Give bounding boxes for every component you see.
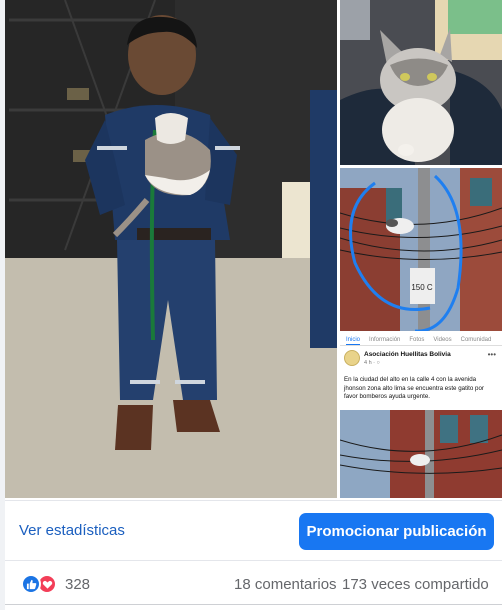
like-icon-graphic (26, 579, 36, 589)
love-icon-graphic (42, 580, 52, 589)
embedded-post-header: Asociación Huellitas Bolivia 4 h · ○ ••• (344, 350, 498, 370)
photo-wires-graphic: 150 C (340, 168, 502, 331)
embedded-page-name: Asociación Huellitas Bolivia (364, 351, 451, 358)
globe-icon: ○ (376, 360, 380, 366)
embedded-image-graphic (340, 410, 502, 498)
embedded-tab: Inicio (346, 334, 361, 345)
photo-cat-closeup[interactable] (340, 0, 502, 165)
embedded-post-text: En la ciudad del alto en la calle 4 con … (344, 376, 484, 400)
pole-sign-text: 150 C (411, 283, 433, 292)
post-card: 150 C Inicio Información Fotos Videos Co… (5, 0, 502, 610)
shares-count-link[interactable]: 173 veces compartido (342, 576, 489, 593)
embedded-avatar (344, 350, 360, 366)
comments-count-link[interactable]: 18 comentarios (234, 576, 337, 593)
embedded-post-image (340, 410, 502, 498)
photo-embedded-post[interactable]: Inicio Información Fotos Videos Comunida… (340, 334, 502, 498)
like-icon (21, 574, 41, 594)
divider (5, 604, 502, 605)
embedded-tabs: Inicio Información Fotos Videos Comunida… (340, 334, 502, 346)
photo-collage[interactable]: 150 C Inicio Información Fotos Videos Co… (5, 0, 502, 500)
post-actions-bar: Ver estadísticas Promocionar publicación (5, 500, 502, 560)
reaction-count[interactable]: 328 (65, 576, 90, 593)
reactions-row: 328 18 comentarios 173 veces compartido (5, 560, 502, 604)
embedded-tab: Videos (433, 337, 452, 343)
more-options-icon: ••• (487, 350, 496, 359)
reaction-icons[interactable] (21, 574, 61, 594)
photo-cat-graphic (340, 0, 502, 165)
embedded-tab: Fotos (409, 337, 425, 343)
embedded-time-text: 4 h · (364, 360, 377, 366)
embedded-post-time: 4 h · ○ (364, 360, 380, 366)
photo-cat-on-wires[interactable]: 150 C (340, 168, 502, 331)
promote-post-button[interactable]: Promocionar publicación (299, 513, 494, 550)
view-stats-link[interactable]: Ver estadísticas (19, 522, 125, 539)
embedded-tab: Información (369, 337, 401, 343)
photo-rescuer-graphic (5, 0, 337, 498)
embedded-tab: Comunidad (460, 337, 492, 343)
photo-rescuer-holding-cat[interactable] (5, 0, 337, 498)
